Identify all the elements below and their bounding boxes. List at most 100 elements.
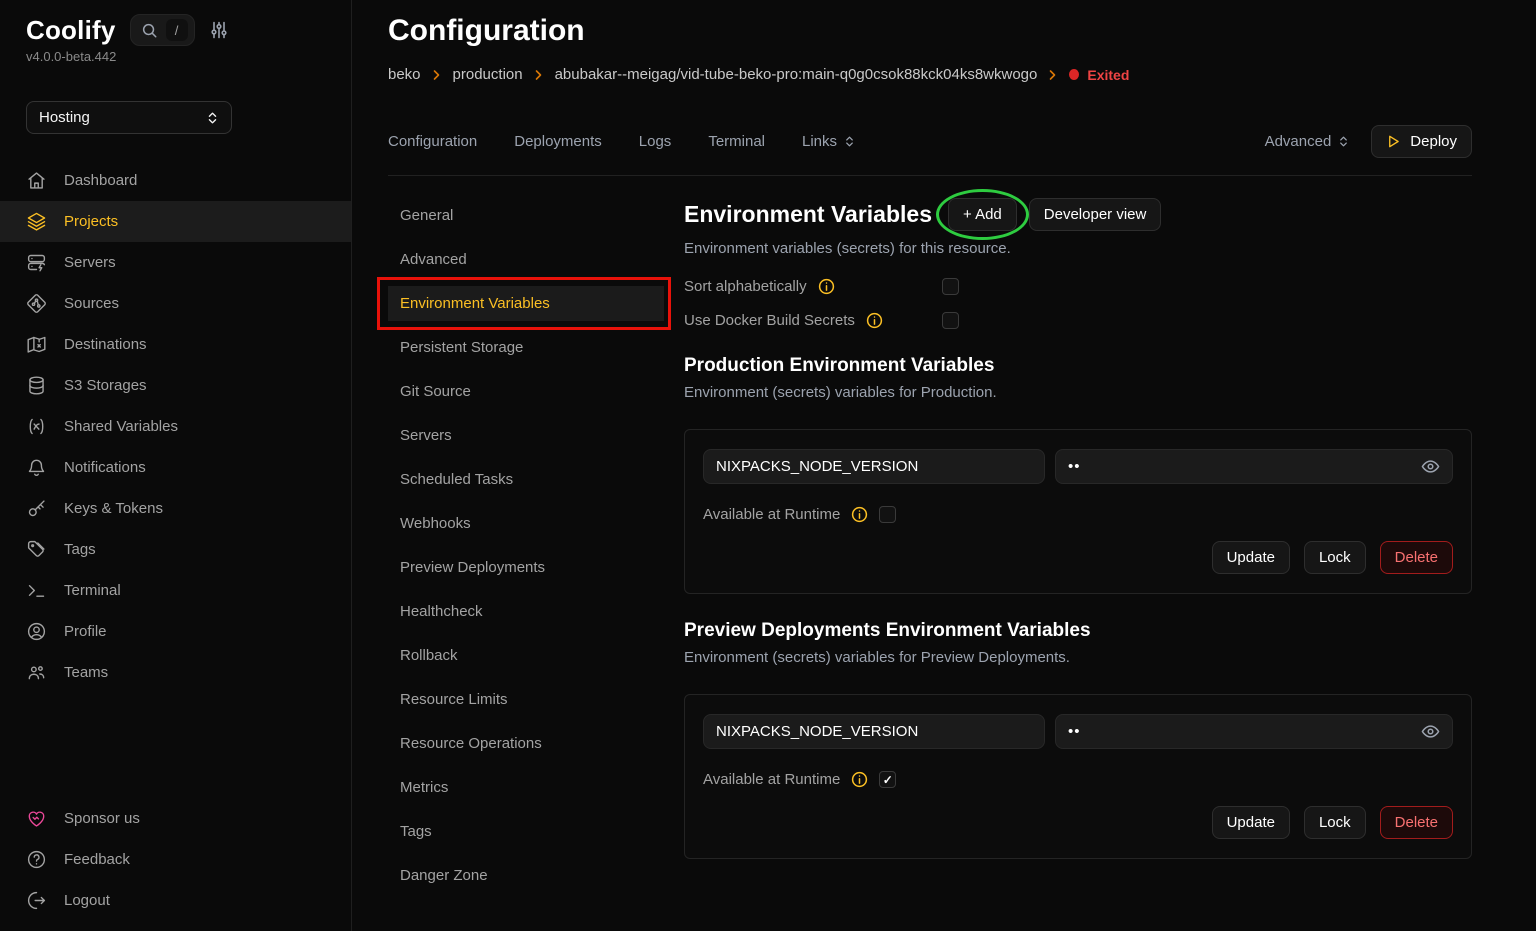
sidebar-item-s3-storages[interactable]: S3 Storages [0, 365, 351, 406]
sidebar-item-logout[interactable]: Logout [0, 880, 351, 921]
subnav-item-environment-variables[interactable]: Environment Variables [388, 286, 664, 321]
sliders-icon [209, 20, 229, 40]
status-badge: Exited [1069, 67, 1129, 83]
subnav-item-scheduled-tasks[interactable]: Scheduled Tasks [388, 462, 664, 497]
subnav-item-advanced[interactable]: Advanced [388, 242, 664, 277]
subnav-item-tags[interactable]: Tags [388, 814, 664, 849]
tag-icon [26, 539, 47, 560]
advanced-dropdown[interactable]: Advanced [1265, 133, 1350, 150]
search-icon [141, 22, 158, 39]
subnav-item-resource-limits[interactable]: Resource Limits [388, 682, 664, 717]
lock-button[interactable]: Lock [1304, 806, 1366, 839]
sidebar-item-destinations[interactable]: Destinations [0, 324, 351, 365]
eye-icon[interactable] [1421, 457, 1440, 476]
breadcrumb-resource[interactable]: abubakar--meigag/vid-tube-beko-pro:main-… [555, 66, 1038, 83]
user-icon [26, 621, 47, 642]
subnav-item-servers[interactable]: Servers [388, 418, 664, 453]
home-icon [26, 170, 47, 191]
delete-button[interactable]: Delete [1380, 541, 1453, 574]
bell-icon [26, 457, 47, 478]
runtime-checkbox[interactable] [879, 506, 896, 523]
runtime-label: Available at Runtime [703, 506, 840, 523]
deploy-button[interactable]: Deploy [1371, 125, 1472, 158]
team-select[interactable]: Hosting [26, 101, 232, 134]
sidebar-nav: Dashboard Projects Servers Sources Desti… [0, 160, 351, 693]
env-variables-panel: Environment Variables + Add Developer vi… [684, 198, 1472, 902]
sidebar-item-projects[interactable]: Projects [0, 201, 351, 242]
sidebar-item-tags[interactable]: Tags [0, 529, 351, 570]
lock-button[interactable]: Lock [1304, 541, 1366, 574]
sidebar-item-label: Destinations [64, 336, 147, 353]
sidebar-item-label: Servers [64, 254, 116, 271]
sidebar-item-sources[interactable]: Sources [0, 283, 351, 324]
subnav-item-webhooks[interactable]: Webhooks [388, 506, 664, 541]
env-name-input[interactable] [703, 714, 1045, 749]
sidebar-item-sponsor[interactable]: Sponsor us [0, 798, 351, 839]
subnav-item-danger-zone[interactable]: Danger Zone [388, 858, 664, 893]
runtime-checkbox[interactable] [879, 771, 896, 788]
delete-button[interactable]: Delete [1380, 806, 1453, 839]
env-heading: Environment Variables [684, 201, 932, 228]
heart-icon [26, 808, 47, 829]
search-shortcut-key: / [166, 19, 188, 41]
option-label: Use Docker Build Secrets [684, 312, 855, 329]
tab-deployments[interactable]: Deployments [514, 133, 602, 150]
subnav-item-git-source[interactable]: Git Source [388, 374, 664, 409]
settings-sliders-button[interactable] [209, 20, 229, 40]
tab-links[interactable]: Links [802, 133, 855, 150]
section-subtitle: Environment (secrets) variables for Prev… [684, 649, 1472, 666]
chevron-right-icon [534, 69, 544, 81]
info-icon [818, 278, 835, 295]
chevron-up-down-icon [1338, 135, 1349, 148]
config-subnav: General Advanced Environment Variables P… [388, 198, 684, 902]
sidebar-item-label: Profile [64, 623, 107, 640]
sidebar-item-notifications[interactable]: Notifications [0, 447, 351, 488]
chevron-right-icon [1048, 69, 1058, 81]
sidebar-item-feedback[interactable]: Feedback [0, 839, 351, 880]
subnav-item-general[interactable]: General [388, 198, 664, 233]
developer-view-button[interactable]: Developer view [1029, 198, 1162, 231]
env-value-input[interactable] [1068, 458, 1421, 475]
app-version: v4.0.0-beta.442 [26, 49, 333, 64]
sort-alphabetically-checkbox[interactable] [942, 278, 959, 295]
subnav-item-preview-deployments[interactable]: Preview Deployments [388, 550, 664, 585]
breadcrumb-team[interactable]: beko [388, 66, 421, 83]
add-env-variable-button[interactable]: + Add [948, 198, 1017, 231]
sidebar-item-label: Notifications [64, 459, 146, 476]
tab-logs[interactable]: Logs [639, 133, 672, 150]
eye-icon[interactable] [1421, 722, 1440, 741]
sidebar-item-dashboard[interactable]: Dashboard [0, 160, 351, 201]
sidebar-item-label: Sources [64, 295, 119, 312]
subnav-item-metrics[interactable]: Metrics [388, 770, 664, 805]
sidebar-item-servers[interactable]: Servers [0, 242, 351, 283]
subnav-item-persistent-storage[interactable]: Persistent Storage [388, 330, 664, 365]
search-button[interactable]: / [130, 14, 195, 46]
sidebar-item-keys-tokens[interactable]: Keys & Tokens [0, 488, 351, 529]
key-icon [26, 498, 47, 519]
terminal-icon [26, 580, 47, 601]
update-button[interactable]: Update [1212, 806, 1290, 839]
breadcrumb: beko production abubakar--meigag/vid-tub… [388, 66, 1472, 83]
database-icon [26, 375, 47, 396]
subnav-item-rollback[interactable]: Rollback [388, 638, 664, 673]
sidebar-item-terminal[interactable]: Terminal [0, 570, 351, 611]
breadcrumb-environment[interactable]: production [453, 66, 523, 83]
sidebar-item-label: Sponsor us [64, 810, 140, 827]
env-value-input[interactable] [1068, 723, 1421, 740]
env-name-input[interactable] [703, 449, 1045, 484]
sidebar-item-shared-variables[interactable]: Shared Variables [0, 406, 351, 447]
chevron-up-down-icon [844, 135, 855, 148]
option-docker-build-secrets: Use Docker Build Secrets [684, 312, 1472, 329]
variable-icon [26, 416, 47, 437]
sidebar-item-profile[interactable]: Profile [0, 611, 351, 652]
chevron-up-down-icon [206, 111, 219, 125]
chevron-right-icon [432, 69, 442, 81]
docker-build-secrets-checkbox[interactable] [942, 312, 959, 329]
info-icon [866, 312, 883, 329]
sidebar-item-teams[interactable]: Teams [0, 652, 351, 693]
subnav-item-resource-operations[interactable]: Resource Operations [388, 726, 664, 761]
subnav-item-healthcheck[interactable]: Healthcheck [388, 594, 664, 629]
tab-configuration[interactable]: Configuration [388, 133, 477, 150]
update-button[interactable]: Update [1212, 541, 1290, 574]
tab-terminal[interactable]: Terminal [708, 133, 765, 150]
